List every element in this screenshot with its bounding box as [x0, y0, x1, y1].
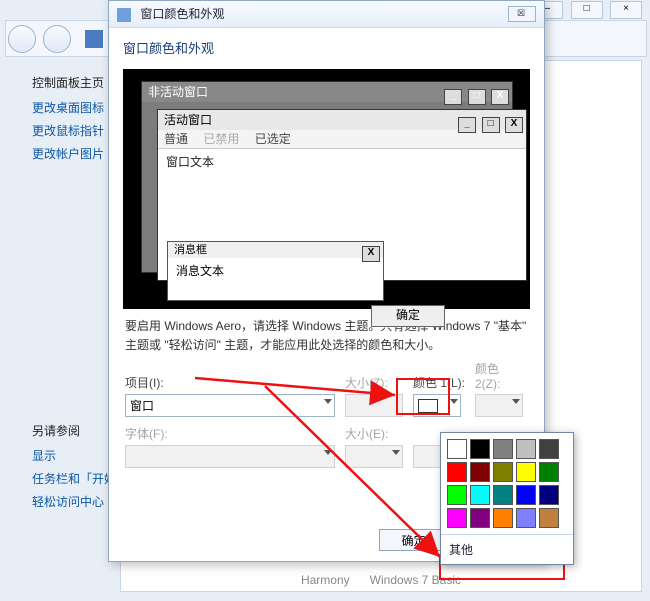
color-swatch[interactable]: [470, 485, 490, 505]
other-color-button[interactable]: 其他: [441, 534, 573, 562]
preview-ok-button: 确定: [371, 305, 445, 327]
breadcrumb-icon: [85, 30, 103, 48]
min-icon: _: [458, 117, 476, 133]
color-swatch[interactable]: [539, 508, 559, 528]
theme-label-harmony: Harmony: [301, 573, 350, 587]
dialog-close-button[interactable]: ☒: [508, 6, 536, 22]
min-icon: _: [444, 89, 462, 105]
color-grid: [447, 439, 567, 528]
chevron-down-icon: [392, 450, 400, 455]
sidebar-item-display[interactable]: 显示: [32, 447, 118, 464]
sidebar-home[interactable]: 控制面板主页: [32, 74, 118, 91]
control-panel-sidebar: 控制面板主页 更改桌面图标 更改鼠标指针 更改帐户图片 另请参阅 显示 任务栏和…: [8, 60, 118, 516]
sidebar-item-ease-of-access[interactable]: 轻松访问中心: [32, 493, 118, 510]
color-swatch[interactable]: [516, 462, 536, 482]
color-swatch[interactable]: [493, 462, 513, 482]
color-swatch[interactable]: [539, 485, 559, 505]
aero-hint-text: 要启用 Windows Aero，请选择 Windows 主题。只有选择 Win…: [125, 317, 528, 354]
theme-label-basic: Windows 7 Basic: [370, 573, 461, 587]
color-swatch[interactable]: [447, 508, 467, 528]
chevron-down-icon: [512, 399, 520, 404]
item-value: 窗口: [130, 397, 154, 414]
max-icon: □: [482, 117, 500, 133]
color1-picker[interactable]: [413, 394, 461, 417]
sidebar-see-also: 另请参阅: [32, 422, 118, 439]
color-swatch[interactable]: [516, 508, 536, 528]
color-swatch[interactable]: [516, 439, 536, 459]
font-label: 字体(F):: [125, 425, 335, 442]
chevron-down-icon: [324, 399, 332, 404]
color-swatch[interactable]: [493, 439, 513, 459]
color-swatch[interactable]: [447, 439, 467, 459]
outer-close-button[interactable]: ×: [610, 1, 642, 19]
preview-menu-selected: 已选定: [255, 132, 291, 146]
preview-menu-normal: 普通: [164, 132, 188, 146]
sidebar-item-desktop-icons[interactable]: 更改桌面图标: [32, 99, 118, 116]
color-swatch[interactable]: [493, 485, 513, 505]
color-swatch[interactable]: [539, 462, 559, 482]
size-spinner: [345, 394, 403, 417]
sidebar-item-taskbar[interactable]: 任务栏和「开始: [32, 470, 118, 487]
color1-swatch: [418, 399, 438, 413]
color-swatch[interactable]: [470, 462, 490, 482]
preview-window-body: 窗口文本: [158, 149, 526, 174]
color-swatch[interactable]: [470, 508, 490, 528]
font-size-combobox: [345, 445, 403, 468]
close-icon: X: [491, 89, 509, 105]
dialog-heading: 窗口颜色和外观: [109, 28, 544, 63]
preview-active-caption: 活动窗口: [164, 113, 212, 127]
item-combobox[interactable]: 窗口: [125, 394, 335, 417]
preview-inactive-caption: 非活动窗口: [148, 85, 208, 99]
dialog-icon: [117, 8, 131, 22]
preview-message-box: 消息框 X 消息文本: [167, 241, 384, 301]
sidebar-item-account-picture[interactable]: 更改帐户图片: [32, 145, 118, 162]
close-icon: X: [505, 117, 523, 133]
font-size-label: 大小(E):: [345, 425, 403, 442]
color-swatch[interactable]: [493, 508, 513, 528]
outer-max-button[interactable]: □: [571, 1, 603, 19]
item-label: 项目(I):: [125, 374, 335, 391]
color-swatch[interactable]: [516, 485, 536, 505]
color-swatch[interactable]: [447, 462, 467, 482]
color-popup[interactable]: 其他: [440, 432, 574, 565]
color-swatch[interactable]: [539, 439, 559, 459]
color1-label: 颜色 1(L):: [413, 374, 465, 391]
close-icon: X: [362, 246, 380, 262]
ok-button[interactable]: 确定: [379, 529, 449, 551]
preview-msg-caption: 消息框: [174, 244, 207, 256]
chevron-down-icon: [324, 450, 332, 455]
sidebar-item-mouse-pointer[interactable]: 更改鼠标指针: [32, 122, 118, 139]
font-combobox: [125, 445, 335, 468]
color2-label: 颜色 2(Z):: [475, 360, 527, 391]
color-swatch[interactable]: [470, 439, 490, 459]
preview-msg-body: 消息文本: [168, 258, 383, 283]
forward-button[interactable]: [43, 25, 71, 53]
dialog-title: 窗口颜色和外观: [140, 7, 224, 21]
color2-picker: [475, 394, 523, 417]
dialog-titlebar[interactable]: 窗口颜色和外观 ☒: [109, 1, 544, 28]
chevron-down-icon: [450, 399, 458, 404]
max-icon: □: [468, 89, 486, 105]
back-button[interactable]: [8, 25, 36, 53]
color-swatch[interactable]: [447, 485, 467, 505]
preview-menu-disabled: 已禁用: [203, 132, 239, 146]
size-label: 大小(Z):: [345, 374, 403, 391]
preview-area: 非活动窗口 _ □ X 活动窗口 _ □ X 普通 已禁用 已选定: [123, 69, 530, 309]
